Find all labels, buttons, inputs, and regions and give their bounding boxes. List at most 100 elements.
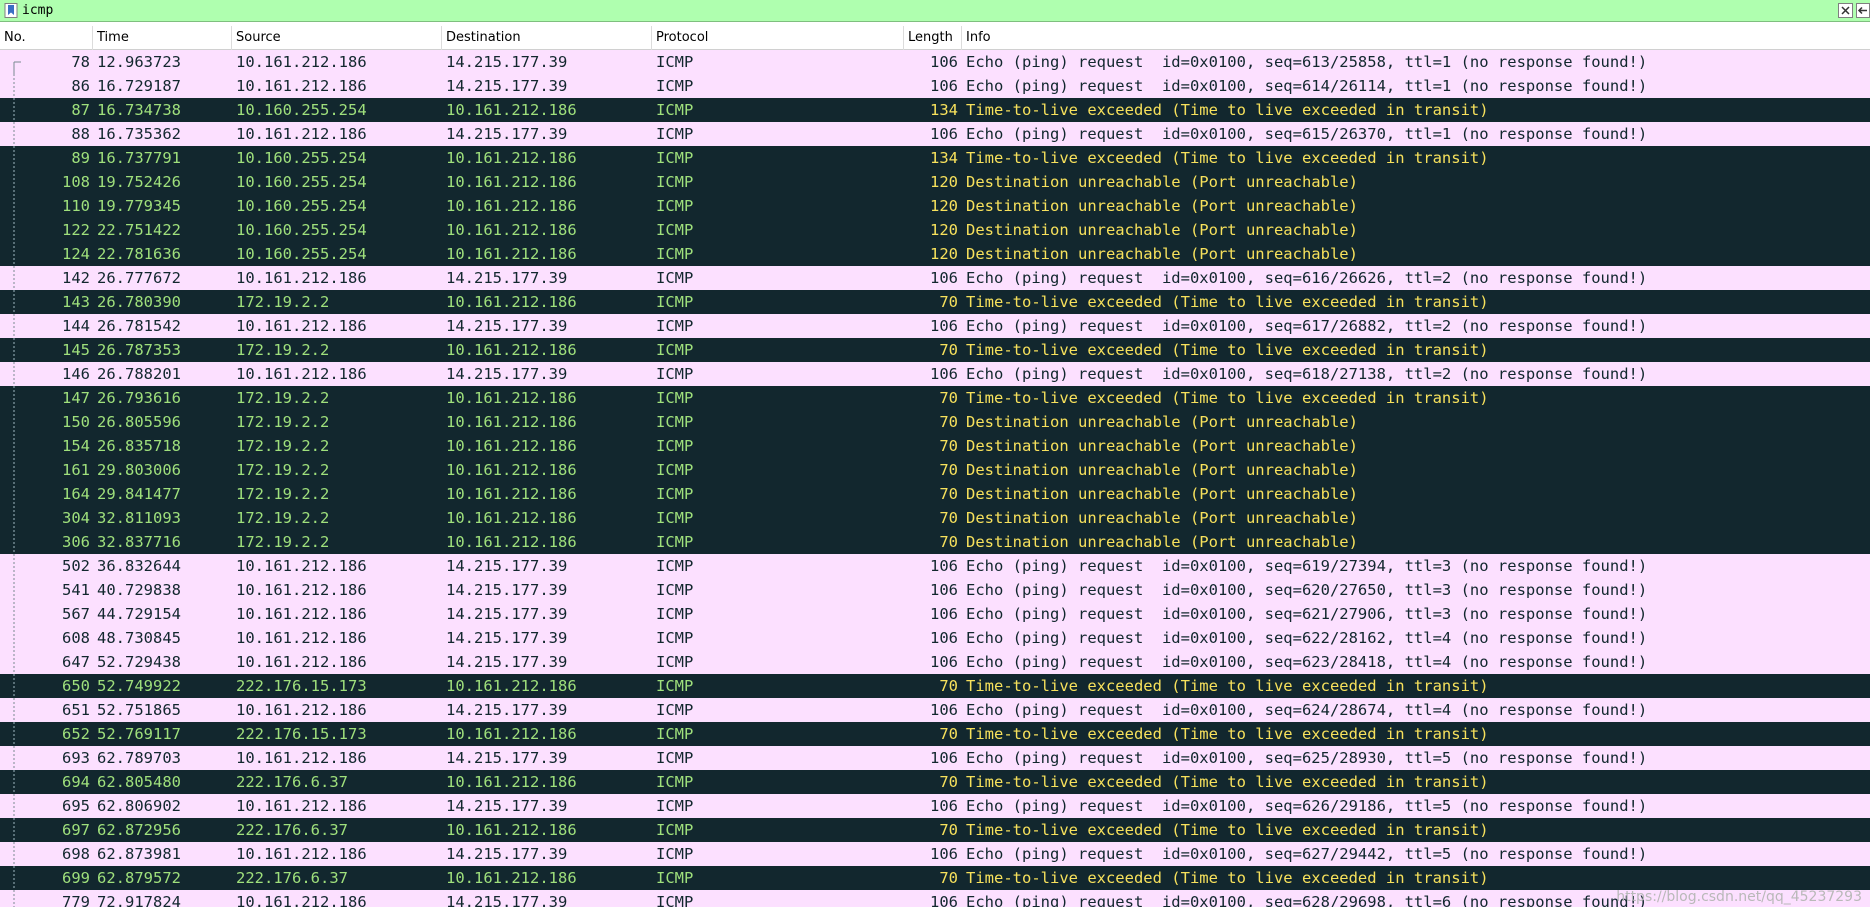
- packet-dst-cell: 10.161.212.186: [446, 437, 577, 455]
- packet-len-cell: 106: [930, 701, 958, 719]
- packet-row[interactable]: 694 62.805480 222.176.6.37 10.161.212.186 IC…: [0, 770, 1870, 794]
- packet-proto-cell: ICMP: [656, 269, 694, 287]
- packet-info-cell: Echo (ping) request id=0x0100, seq=619/2…: [966, 557, 1648, 575]
- packet-dst-cell: 14.215.177.39: [446, 845, 568, 863]
- packet-row[interactable]: 142 26.777672 10.161.212.186 14.215.177.39 I…: [0, 266, 1870, 290]
- packet-info-cell: Echo (ping) request id=0x0100, seq=627/2…: [966, 845, 1648, 863]
- packet-info-cell: Time-to-live exceeded (Time to live exce…: [966, 293, 1489, 311]
- packet-row[interactable]: 110 19.779345 10.160.255.254 10.161.212.186…: [0, 194, 1870, 218]
- packet-no-cell: 651: [62, 701, 90, 719]
- packet-info-cell: Echo (ping) request id=0x0100, seq=616/2…: [966, 269, 1648, 287]
- bookmark-icon[interactable]: [4, 3, 18, 18]
- apply-filter-arrow-icon[interactable]: [1856, 3, 1870, 18]
- packet-src-cell: 10.160.255.254: [236, 173, 367, 191]
- packet-no-cell: 88: [71, 125, 90, 143]
- packet-row[interactable]: 697 62.872956 222.176.6.37 10.161.212.186 IC…: [0, 818, 1870, 842]
- packet-row[interactable]: 161 29.803006 172.19.2.2 10.161.212.186 ICMP…: [0, 458, 1870, 482]
- packet-dst-cell: 14.215.177.39: [446, 893, 568, 907]
- packet-row[interactable]: 147 26.793616 172.19.2.2 10.161.212.186 ICMP…: [0, 386, 1870, 410]
- packet-no-cell: 108: [62, 173, 90, 191]
- packet-time-cell: 26.805596: [97, 413, 181, 431]
- packet-row[interactable]: 164 29.841477 172.19.2.2 10.161.212.186 ICMP…: [0, 482, 1870, 506]
- packet-row[interactable]: 695 62.806902 10.161.212.186 14.215.177.39 I…: [0, 794, 1870, 818]
- packet-no-cell: 304: [62, 509, 90, 527]
- packet-row[interactable]: 78 12.963723 10.161.212.186 14.215.177.39 IC…: [0, 50, 1870, 74]
- packet-row[interactable]: 306 32.837716 172.19.2.2 10.161.212.186 ICMP…: [0, 530, 1870, 554]
- packet-row[interactable]: 693 62.789703 10.161.212.186 14.215.177.39 I…: [0, 746, 1870, 770]
- packet-row[interactable]: 304 32.811093 172.19.2.2 10.161.212.186 ICMP…: [0, 506, 1870, 530]
- packet-len-cell: 120: [930, 245, 958, 263]
- packet-row[interactable]: 124 22.781636 10.160.255.254 10.161.212.186…: [0, 242, 1870, 266]
- packet-list[interactable]: 78 12.963723 10.161.212.186 14.215.177.39 IC…: [0, 50, 1870, 907]
- packet-time-cell: 19.779345: [97, 197, 181, 215]
- column-header-source[interactable]: Source: [232, 26, 442, 50]
- packet-src-cell: 10.161.212.186: [236, 269, 367, 287]
- packet-src-cell: 10.161.212.186: [236, 653, 367, 671]
- packet-info-cell: Time-to-live exceeded (Time to live exce…: [966, 341, 1489, 359]
- packet-len-cell: 106: [930, 605, 958, 623]
- packet-row[interactable]: 699 62.879572 222.176.6.37 10.161.212.186 IC…: [0, 866, 1870, 890]
- packet-src-cell: 172.19.2.2: [236, 533, 330, 551]
- column-header-protocol[interactable]: Protocol: [652, 26, 904, 50]
- column-header-length[interactable]: Length: [904, 26, 962, 50]
- packet-src-cell: 172.19.2.2: [236, 461, 330, 479]
- column-header-info[interactable]: Info: [962, 26, 1870, 50]
- packet-len-cell: 106: [930, 845, 958, 863]
- clear-filter-icon[interactable]: [1838, 3, 1853, 18]
- packet-time-cell: 22.781636: [97, 245, 181, 263]
- packet-time-cell: 26.780390: [97, 293, 181, 311]
- packet-no-cell: 110: [62, 197, 90, 215]
- packet-src-cell: 172.19.2.2: [236, 509, 330, 527]
- packet-no-cell: 154: [62, 437, 90, 455]
- packet-row[interactable]: 779 72.917824 10.161.212.186 14.215.177.39 I…: [0, 890, 1870, 907]
- packet-src-cell: 10.161.212.186: [236, 557, 367, 575]
- packet-proto-cell: ICMP: [656, 821, 694, 839]
- packet-len-cell: 70: [939, 341, 958, 359]
- packet-no-cell: 143: [62, 293, 90, 311]
- packet-row[interactable]: 608 48.730845 10.161.212.186 14.215.177.39 I…: [0, 626, 1870, 650]
- packet-row[interactable]: 567 44.729154 10.161.212.186 14.215.177.39 I…: [0, 602, 1870, 626]
- packet-row[interactable]: 143 26.780390 172.19.2.2 10.161.212.186 ICMP…: [0, 290, 1870, 314]
- packet-src-cell: 10.160.255.254: [236, 245, 367, 263]
- packet-row[interactable]: 86 16.729187 10.161.212.186 14.215.177.39 IC…: [0, 74, 1870, 98]
- packet-no-cell: 502: [62, 557, 90, 575]
- packet-row[interactable]: 150 26.805596 172.19.2.2 10.161.212.186 ICMP…: [0, 410, 1870, 434]
- packet-row[interactable]: 154 26.835718 172.19.2.2 10.161.212.186 ICMP…: [0, 434, 1870, 458]
- packet-row[interactable]: 652 52.769117 222.176.15.173 10.161.212.186…: [0, 722, 1870, 746]
- packet-row[interactable]: 89 16.737791 10.160.255.254 10.161.212.186 I…: [0, 146, 1870, 170]
- packet-dst-cell: 10.161.212.186: [446, 221, 577, 239]
- packet-proto-cell: ICMP: [656, 365, 694, 383]
- packet-len-cell: 106: [930, 53, 958, 71]
- packet-proto-cell: ICMP: [656, 677, 694, 695]
- packet-proto-cell: ICMP: [656, 389, 694, 407]
- packet-time-cell: 40.729838: [97, 581, 181, 599]
- packet-row[interactable]: 146 26.788201 10.161.212.186 14.215.177.39 I…: [0, 362, 1870, 386]
- packet-src-cell: 172.19.2.2: [236, 293, 330, 311]
- packet-row[interactable]: 650 52.749922 222.176.15.173 10.161.212.186…: [0, 674, 1870, 698]
- packet-row[interactable]: 698 62.873981 10.161.212.186 14.215.177.39 I…: [0, 842, 1870, 866]
- packet-row[interactable]: 541 40.729838 10.161.212.186 14.215.177.39 I…: [0, 578, 1870, 602]
- packet-dst-cell: 14.215.177.39: [446, 77, 568, 95]
- packet-row[interactable]: 502 36.832644 10.161.212.186 14.215.177.39 I…: [0, 554, 1870, 578]
- packet-row[interactable]: 145 26.787353 172.19.2.2 10.161.212.186 ICMP…: [0, 338, 1870, 362]
- packet-time-cell: 52.729438: [97, 653, 181, 671]
- packet-row[interactable]: 647 52.729438 10.161.212.186 14.215.177.39 I…: [0, 650, 1870, 674]
- packet-len-cell: 70: [939, 677, 958, 695]
- packet-row[interactable]: 87 16.734738 10.160.255.254 10.161.212.186 I…: [0, 98, 1870, 122]
- packet-row[interactable]: 144 26.781542 10.161.212.186 14.215.177.39 I…: [0, 314, 1870, 338]
- packet-row[interactable]: 122 22.751422 10.160.255.254 10.161.212.186…: [0, 218, 1870, 242]
- display-filter-input[interactable]: [22, 1, 1834, 20]
- column-header-time[interactable]: Time: [93, 26, 232, 50]
- packet-src-cell: 10.161.212.186: [236, 893, 367, 907]
- packet-time-cell: 26.787353: [97, 341, 181, 359]
- packet-row[interactable]: 88 16.735362 10.161.212.186 14.215.177.39 IC…: [0, 122, 1870, 146]
- packet-dst-cell: 14.215.177.39: [446, 653, 568, 671]
- packet-len-cell: 106: [930, 317, 958, 335]
- column-header-destination[interactable]: Destination: [442, 26, 652, 50]
- packet-row[interactable]: 651 52.751865 10.161.212.186 14.215.177.39 I…: [0, 698, 1870, 722]
- column-header-no[interactable]: No.: [0, 26, 93, 50]
- packet-row[interactable]: 108 19.752426 10.160.255.254 10.161.212.186…: [0, 170, 1870, 194]
- packet-len-cell: 70: [939, 389, 958, 407]
- packet-src-cell: 172.19.2.2: [236, 437, 330, 455]
- packet-no-cell: 541: [62, 581, 90, 599]
